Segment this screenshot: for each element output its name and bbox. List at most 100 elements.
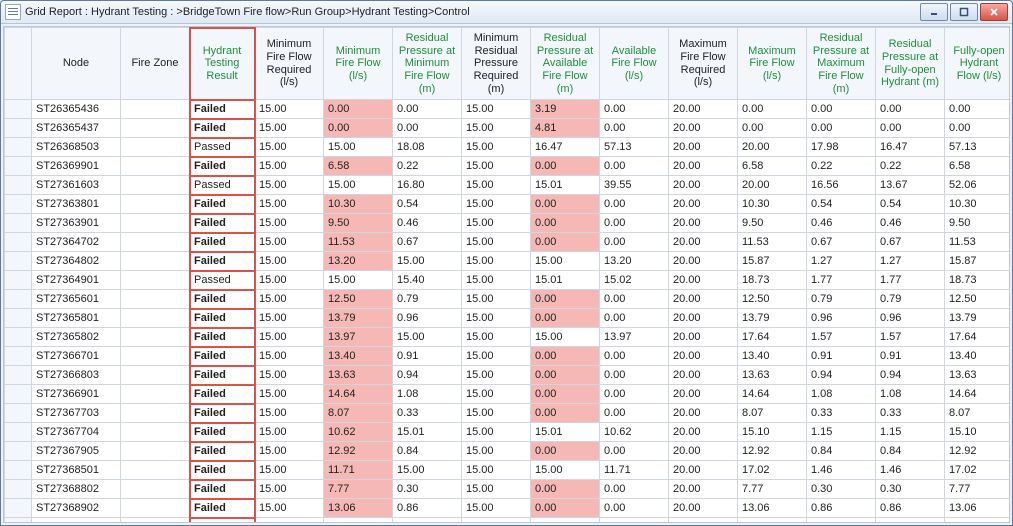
cell-rpMax[interactable]: 0.30 [807,480,876,499]
cell-result[interactable]: Failed [190,309,255,328]
cell-rpAvail[interactable]: 15.01 [531,271,600,290]
cell-minReq[interactable]: 15.00 [255,499,324,518]
cell-rpMin[interactable]: 15.40 [393,271,462,290]
cell-rpMax[interactable]: 16.56 [807,176,876,195]
cell-fullFlow[interactable]: 18.73 [945,271,1011,290]
cell-rpAvail[interactable]: 0.00 [531,347,600,366]
col-header-result[interactable]: Hydrant Testing Result [190,28,255,100]
cell-minResReq[interactable]: 15.00 [462,214,531,233]
cell-maxFlow[interactable]: 11.53 [738,233,807,252]
row-selector[interactable] [5,119,32,138]
row-selector[interactable] [5,309,32,328]
cell-result[interactable]: Failed [190,366,255,385]
cell-rpMax[interactable]: 1.57 [807,328,876,347]
cell-rpMin[interactable]: 0.67 [393,233,462,252]
cell-rpMax[interactable]: 0.33 [807,404,876,423]
cell-rpFull[interactable]: 0.91 [876,347,945,366]
cell-fullFlow[interactable]: 15.10 [945,423,1011,442]
cell-minReq[interactable]: 15.00 [255,442,324,461]
cell-fullFlow[interactable]: 0.00 [945,100,1011,119]
cell-node[interactable]: ST27366701 [32,347,121,366]
cell-minResReq[interactable]: 15.00 [462,233,531,252]
cell-rpFull[interactable]: 13.67 [876,176,945,195]
cell-result[interactable]: Failed [190,119,255,138]
cell-rpFull[interactable]: 0.54 [876,195,945,214]
row-selector[interactable] [5,252,32,271]
cell-zone[interactable] [121,176,190,195]
row-selector[interactable] [5,442,32,461]
cell-avail[interactable]: 0.00 [600,385,669,404]
cell-node[interactable]: ST26369901 [32,157,121,176]
cell-rpAvail[interactable]: 3.19 [531,100,600,119]
cell-minReq[interactable]: 15.00 [255,423,324,442]
cell-node[interactable]: ST27368802 [32,480,121,499]
cell-result[interactable]: Failed [190,442,255,461]
cell-fullFlow[interactable]: 13.63 [945,366,1011,385]
row-selector[interactable] [5,328,32,347]
cell-rpMin[interactable]: 0.33 [393,404,462,423]
cell-minReq[interactable]: 15.00 [255,176,324,195]
cell-zone[interactable] [121,499,190,518]
cell-zone[interactable] [121,328,190,347]
table-row[interactable]: ST27367905Failed15.0012.920.8415.000.000… [5,442,1011,461]
cell-rpAvail[interactable]: 0.00 [531,157,600,176]
cell-avail[interactable]: 0.00 [600,499,669,518]
cell-rpAvail[interactable]: 0.00 [531,499,600,518]
col-header-minFlow[interactable]: Minimum Fire Flow (l/s) [324,28,393,100]
cell-node[interactable]: ST27367905 [32,442,121,461]
cell-rpMax[interactable]: 17.98 [807,138,876,157]
cell-avail[interactable]: 39.55 [600,176,669,195]
cell-rpMax[interactable]: 0.67 [807,233,876,252]
cell-rpAvail[interactable]: 0.00 [531,309,600,328]
cell-minFlow[interactable]: 13.63 [324,366,393,385]
close-button[interactable] [980,3,1008,21]
cell-result[interactable]: Failed [190,423,255,442]
cell-rpMax[interactable]: 1.46 [807,461,876,480]
col-header-minReq[interactable]: Minimum Fire Flow Required (l/s) [255,28,324,100]
table-row[interactable]: ST27363901Failed15.009.500.4615.000.000.… [5,214,1011,233]
row-selector[interactable] [5,290,32,309]
cell-rpAvail[interactable]: 15.01 [531,423,600,442]
table-row[interactable]: ST27363801Failed15.0010.300.5415.000.000… [5,195,1011,214]
row-selector[interactable] [5,404,32,423]
cell-maxReq[interactable]: 20.00 [669,499,738,518]
cell-result[interactable]: Failed [190,252,255,271]
cell-maxReq[interactable]: 20.00 [669,309,738,328]
cell-rpMin[interactable]: 18.08 [393,138,462,157]
col-header-minResReq[interactable]: Minimum Residual Pressure Required (m) [462,28,531,100]
row-selector[interactable] [5,518,32,523]
cell-rpMax[interactable]: 0.79 [807,290,876,309]
cell-fullFlow[interactable]: 7.77 [945,480,1011,499]
cell-rpMin[interactable]: 15.01 [393,423,462,442]
cell-node[interactable]: ST26368503 [32,138,121,157]
cell-rpFull[interactable]: 0.96 [876,309,945,328]
cell-maxFlow[interactable]: 8.07 [738,404,807,423]
cell-node[interactable]: ST26365436 [32,100,121,119]
cell-result[interactable]: Failed [190,195,255,214]
cell-minResReq[interactable]: 15.00 [462,480,531,499]
cell-minReq[interactable]: 15.00 [255,157,324,176]
table-row[interactable]: ST27365802Failed15.0013.9715.0015.0015.0… [5,328,1011,347]
cell-minFlow[interactable]: 13.40 [324,347,393,366]
cell-minFlow[interactable]: 0.00 [324,119,393,138]
cell-minFlow[interactable]: 9.50 [324,214,393,233]
cell-zone[interactable] [121,100,190,119]
cell-minFlow[interactable]: 10.62 [324,423,393,442]
cell-avail[interactable]: 0.00 [600,100,669,119]
cell-fullFlow[interactable]: 15.87 [945,252,1011,271]
cell-maxFlow[interactable]: 10.30 [738,195,807,214]
col-header-rpAvail[interactable]: Residual Pressure at Available Fire Flow… [531,28,600,100]
cell-avail[interactable]: 0.00 [600,442,669,461]
cell-rpFull[interactable]: 0.46 [876,214,945,233]
cell-rpMax[interactable]: 0.96 [807,309,876,328]
cell-maxReq[interactable]: 20.00 [669,119,738,138]
cell-rpAvail[interactable]: 15.00 [531,328,600,347]
cell-result[interactable]: Passed [190,176,255,195]
cell-rpFull[interactable]: 0.30 [876,480,945,499]
cell-node[interactable]: ST27368501 [32,461,121,480]
cell-rpMax[interactable]: 0.46 [807,214,876,233]
cell-zone[interactable] [121,404,190,423]
cell-zone[interactable] [121,119,190,138]
cell-minResReq[interactable]: 15.00 [462,499,531,518]
cell-maxReq[interactable]: 20.00 [669,423,738,442]
